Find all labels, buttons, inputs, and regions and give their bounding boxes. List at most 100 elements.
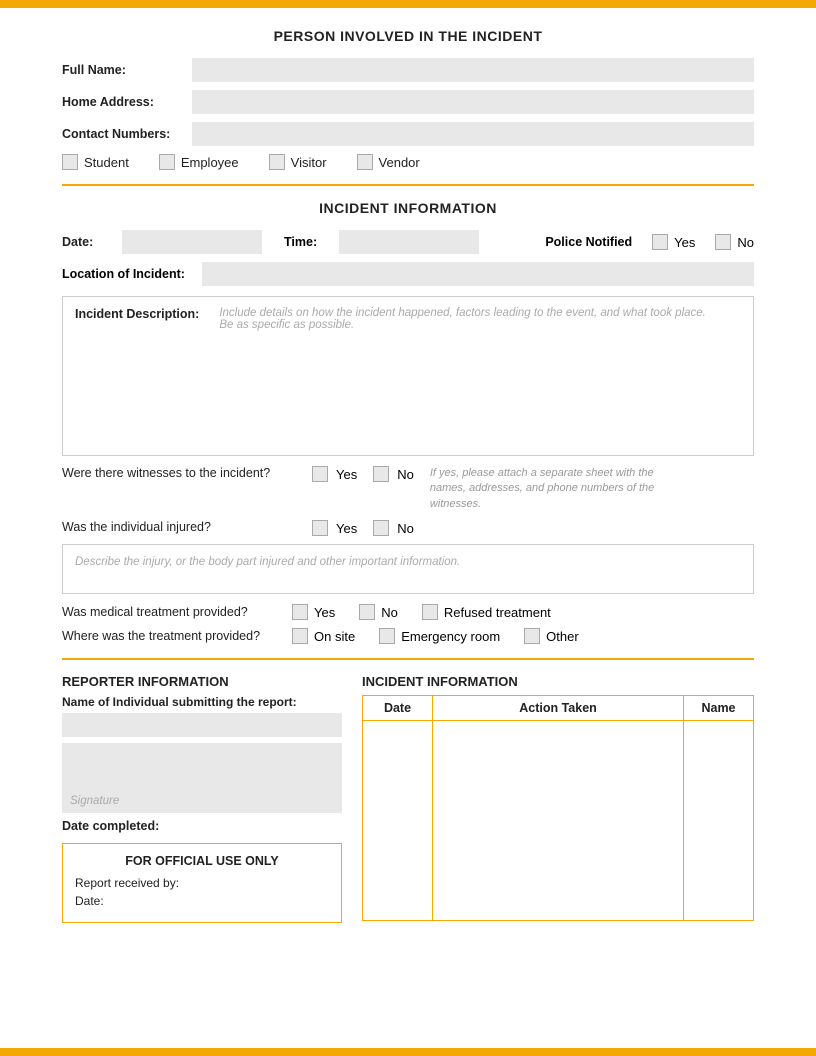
other-label: Other xyxy=(546,629,579,644)
date-input[interactable] xyxy=(122,230,262,254)
police-notified-label: Police Notified xyxy=(545,235,632,249)
witnesses-row: Were there witnesses to the incident? Ye… xyxy=(62,466,754,512)
treatment-location-row: Where was the treatment provided? On sit… xyxy=(62,628,754,644)
person-section-title: PERSON INVOLVED IN THE INCIDENT xyxy=(62,28,754,44)
date-completed-row: Date completed: xyxy=(62,819,342,833)
witnesses-label: Were there witnesses to the incident? xyxy=(62,466,312,480)
visitor-checkbox[interactable] xyxy=(269,154,285,170)
report-received-label: Report received by: xyxy=(75,876,179,890)
homeaddress-input[interactable] xyxy=(192,90,754,114)
police-no-group: No xyxy=(715,234,754,250)
refused-group: Refused treatment xyxy=(422,604,551,620)
medical-no-label: No xyxy=(381,605,398,620)
action-date-cell[interactable] xyxy=(363,721,433,921)
fullname-input[interactable] xyxy=(192,58,754,82)
medical-yes-checkbox[interactable] xyxy=(292,604,308,620)
emergency-room-checkbox[interactable] xyxy=(379,628,395,644)
description-box: Incident Description: Include details on… xyxy=(62,296,754,456)
location-row: Location of Incident: xyxy=(62,262,754,286)
action-name-cell[interactable] xyxy=(684,721,754,921)
reporter-section: REPORTER INFORMATION Name of Individual … xyxy=(62,674,342,923)
reporter-name-input[interactable] xyxy=(62,713,342,737)
action-table-row xyxy=(363,721,754,921)
other-group: Other xyxy=(524,628,579,644)
injury-hint: Describe the injury, or the body part in… xyxy=(75,556,460,568)
police-no-checkbox[interactable] xyxy=(715,234,731,250)
reporter-name-label: Name of Individual submitting the report… xyxy=(62,695,342,709)
refused-checkbox[interactable] xyxy=(422,604,438,620)
refused-label: Refused treatment xyxy=(444,605,551,620)
official-date-label: Date: xyxy=(75,894,104,908)
vendor-checkbox[interactable] xyxy=(357,154,373,170)
police-yes-checkbox[interactable] xyxy=(652,234,668,250)
medical-row: Was medical treatment provided? Yes No R… xyxy=(62,604,754,620)
incident-section-title: INCIDENT INFORMATION xyxy=(62,200,754,216)
visitor-label: Visitor xyxy=(291,155,327,170)
injured-yes-checkbox[interactable] xyxy=(312,520,328,536)
witnesses-note: If yes, please attach a separate sheet w… xyxy=(430,466,680,512)
date-label: Date: xyxy=(62,235,112,249)
action-table: Date Action Taken Name xyxy=(362,695,754,921)
visitor-checkbox-item[interactable]: Visitor xyxy=(269,154,327,170)
employee-label: Employee xyxy=(181,155,239,170)
fullname-row: Full Name: xyxy=(62,58,754,82)
police-yes-label: Yes xyxy=(674,235,695,250)
injury-box: Describe the injury, or the body part in… xyxy=(62,544,754,594)
signature-label: Signature xyxy=(70,795,119,807)
police-no-label: No xyxy=(737,235,754,250)
witnesses-no-label: No xyxy=(397,467,414,482)
description-title: Incident Description: xyxy=(75,307,199,321)
incident-action-title: INCIDENT INFORMATION xyxy=(362,674,754,689)
student-checkbox[interactable] xyxy=(62,154,78,170)
injured-label: Was the individual injured? xyxy=(62,520,312,534)
action-table-action-header: Action Taken xyxy=(433,696,684,721)
student-checkbox-item[interactable]: Student xyxy=(62,154,129,170)
person-type-group: Student Employee Visitor Vendor xyxy=(62,154,754,170)
contact-label: Contact Numbers: xyxy=(62,127,192,141)
onsite-checkbox[interactable] xyxy=(292,628,308,644)
other-checkbox[interactable] xyxy=(524,628,540,644)
time-label: Time: xyxy=(284,235,329,249)
witnesses-yes-label: Yes xyxy=(336,467,357,482)
employee-checkbox[interactable] xyxy=(159,154,175,170)
medical-no-group: No xyxy=(359,604,398,620)
medical-yes-group: Yes xyxy=(292,604,335,620)
contact-row: Contact Numbers: xyxy=(62,122,754,146)
medical-yes-label: Yes xyxy=(314,605,335,620)
section-divider-2 xyxy=(62,658,754,660)
student-label: Student xyxy=(84,155,129,170)
emergency-room-label: Emergency room xyxy=(401,629,500,644)
injured-no-checkbox[interactable] xyxy=(373,520,389,536)
injured-no-group: No xyxy=(373,520,414,536)
vendor-label: Vendor xyxy=(379,155,420,170)
time-input[interactable] xyxy=(339,230,479,254)
witnesses-yes-group: Yes xyxy=(312,466,357,482)
injured-yes-group: Yes xyxy=(312,520,357,536)
vendor-checkbox-item[interactable]: Vendor xyxy=(357,154,420,170)
contact-input[interactable] xyxy=(192,122,754,146)
location-input[interactable] xyxy=(202,262,754,286)
employee-checkbox-item[interactable]: Employee xyxy=(159,154,239,170)
police-yes-group: Yes xyxy=(652,234,695,250)
action-table-name-header: Name xyxy=(684,696,754,721)
location-label: Location of Incident: xyxy=(62,267,202,281)
action-table-date-header: Date xyxy=(363,696,433,721)
bottom-sections: REPORTER INFORMATION Name of Individual … xyxy=(62,674,754,923)
treatment-location-label: Where was the treatment provided? xyxy=(62,629,282,643)
action-taken-cell[interactable] xyxy=(433,721,684,921)
date-completed-label: Date completed: xyxy=(62,819,159,833)
medical-no-checkbox[interactable] xyxy=(359,604,375,620)
description-hint: Include details on how the incident happ… xyxy=(219,307,706,331)
date-time-row: Date: Time: Police Notified Yes No xyxy=(62,230,754,254)
section-divider-1 xyxy=(62,184,754,186)
emergency-room-group: Emergency room xyxy=(379,628,500,644)
fullname-label: Full Name: xyxy=(62,63,192,77)
witnesses-no-group: No xyxy=(373,466,414,482)
signature-box: Signature xyxy=(62,743,342,813)
witnesses-yes-checkbox[interactable] xyxy=(312,466,328,482)
top-bar xyxy=(0,0,816,8)
official-date-row: Date: xyxy=(75,894,329,908)
reporter-title: REPORTER INFORMATION xyxy=(62,674,342,689)
onsite-label: On site xyxy=(314,629,355,644)
witnesses-no-checkbox[interactable] xyxy=(373,466,389,482)
